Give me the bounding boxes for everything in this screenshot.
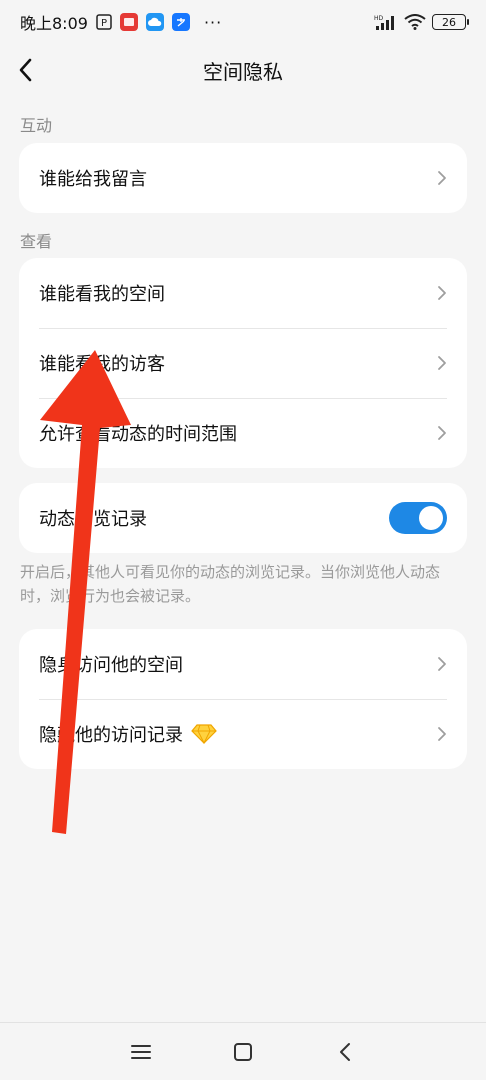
notification-p-icon: P	[96, 14, 112, 30]
diamond-vip-icon	[191, 724, 217, 744]
chevron-right-icon	[437, 425, 447, 441]
row-label: 隐藏他的访问记录	[39, 725, 183, 746]
back-button[interactable]	[8, 52, 44, 88]
alipay-icon	[171, 13, 190, 31]
section-label-interaction: 互动	[20, 116, 53, 135]
browse-records-toggle[interactable]	[389, 502, 447, 534]
page-title: 空间隐私	[203, 59, 283, 84]
signal-icon: HD	[374, 14, 398, 30]
chevron-right-icon	[437, 726, 447, 742]
row-allow-view-time-range[interactable]: 允许查看动态的时间范围	[19, 398, 467, 468]
section-label-view: 查看	[20, 232, 53, 251]
menu-icon	[131, 1044, 151, 1059]
row-label: 动态浏览记录	[39, 509, 147, 530]
row-label: 允许查看动态的时间范围	[39, 424, 237, 445]
nav-bar: 空间隐私	[0, 44, 486, 96]
app-red-icon	[119, 13, 138, 31]
chevron-right-icon	[437, 285, 447, 301]
browse-records-note: 开启后，其他人可看见你的动态的浏览记录。当你浏览他人动态时，浏览行为也会被记录。	[20, 563, 441, 605]
chevron-right-icon	[437, 170, 447, 186]
battery-indicator: 26	[432, 14, 469, 30]
card-interaction: 谁能给我留言	[19, 143, 467, 213]
row-hide-visit-space[interactable]: 隐身访问他的空间	[19, 629, 467, 699]
status-bar: 晚上8:09 P ··· HD 26	[0, 0, 486, 44]
chevron-right-icon	[437, 355, 447, 371]
system-nav-bar	[0, 1022, 486, 1080]
row-who-can-view-visitors[interactable]: 谁能看我的访客	[19, 328, 467, 398]
more-notifications: ···	[203, 12, 223, 32]
chevron-right-icon	[437, 656, 447, 672]
status-right: HD 26	[374, 14, 469, 30]
row-label: 谁能看我的访客	[39, 354, 165, 375]
toggle-knob	[419, 506, 443, 530]
back-arrow-icon	[19, 58, 32, 82]
home-square-icon	[234, 1042, 252, 1061]
status-left: 晚上8:09 P ···	[20, 10, 222, 34]
row-who-can-view-space[interactable]: 谁能看我的空间	[19, 258, 467, 328]
home-button[interactable]	[223, 1032, 263, 1072]
menu-button[interactable]	[121, 1032, 161, 1072]
wifi-icon	[404, 14, 426, 30]
cloud-app-icon	[145, 13, 164, 31]
network-type-label: HD	[374, 15, 384, 22]
row-browse-records: 动态浏览记录	[19, 483, 467, 553]
row-label: 谁能看我的空间	[39, 284, 165, 305]
status-time: 晚上8:09	[20, 14, 88, 33]
row-label: 谁能给我留言	[39, 169, 147, 190]
card-hidden-visit: 隐身访问他的空间 隐藏他的访问记录	[19, 629, 467, 769]
row-label: 隐身访问他的空间	[39, 655, 183, 676]
row-who-can-comment[interactable]: 谁能给我留言	[19, 143, 467, 213]
system-back-button[interactable]	[325, 1032, 365, 1072]
card-view: 谁能看我的空间 谁能看我的访客 允许查看动态的时间范围	[19, 258, 467, 468]
row-hide-visit-records[interactable]: 隐藏他的访问记录	[19, 699, 467, 769]
card-browse-records: 动态浏览记录	[19, 483, 467, 553]
back-chevron-icon	[340, 1042, 350, 1061]
svg-text:P: P	[101, 18, 107, 29]
